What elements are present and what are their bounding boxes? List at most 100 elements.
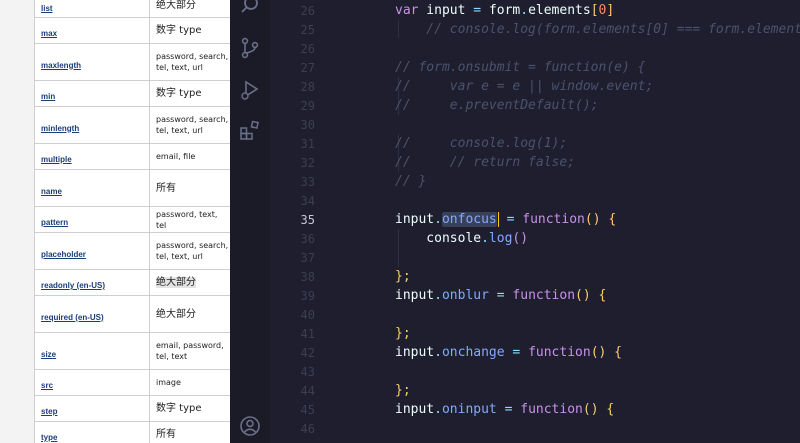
line-number: 39: [300, 289, 315, 303]
applicable-types-cell: 数字 type: [149, 395, 230, 422]
attribute-link[interactable]: name: [41, 187, 62, 196]
attribute-name-cell: placeholder: [34, 232, 150, 270]
code-token: .: [434, 345, 442, 360]
code-token: .: [434, 288, 442, 303]
code-line: // form.onsubmit = function(e) {: [395, 58, 645, 77]
table-row: minlength password, search, tel, text, ur…: [34, 106, 230, 144]
attribute-link[interactable]: pattern: [41, 218, 68, 227]
applicable-types-text: 绝大部分: [156, 0, 196, 11]
applicable-types-cell: 数字 type: [149, 17, 230, 44]
code-area[interactable]: var input = form.elements[0] // console.…: [395, 0, 800, 443]
applicable-types-cell: 绝大部分: [149, 0, 230, 18]
table-row: readonly (en-US) 绝大部分: [34, 269, 230, 296]
table-row: placeholder password, search, tel, text, …: [34, 232, 230, 270]
code-token: (): [590, 345, 607, 360]
attribute-link[interactable]: size: [41, 350, 56, 359]
code-line: };: [395, 381, 411, 400]
code-token: // e.preventDefault();: [395, 98, 599, 113]
attribute-name-cell: src: [34, 369, 150, 396]
attribute-name-cell: readonly (en-US): [34, 269, 150, 296]
attribute-name-cell: min: [34, 80, 150, 107]
code-token: ]: [606, 3, 615, 18]
table-row: size email, password, tel, text: [34, 332, 230, 370]
code-token: };: [395, 326, 411, 341]
attribute-link[interactable]: max: [41, 29, 57, 38]
code-token: // console.log(form.elements[0] === form…: [395, 22, 800, 37]
attribute-name-cell: required (en-US): [34, 295, 150, 333]
attribute-link[interactable]: type: [41, 433, 57, 442]
applicable-types-text: password, search, tel, text, url: [156, 115, 229, 135]
line-number: 28: [300, 80, 315, 94]
code-token: {: [598, 402, 615, 417]
applicable-types-text: 所有: [156, 182, 176, 194]
code-line: // }: [395, 172, 426, 191]
applicable-types-text: password, search, tel, text, url: [156, 52, 229, 72]
code-token: };: [395, 269, 411, 284]
line-number: 25: [300, 23, 315, 37]
code-line: input.onchange = function() {: [395, 343, 622, 362]
attribute-name-cell: name: [34, 169, 150, 207]
code-token: (): [512, 231, 529, 246]
table-row: multiple email, file: [34, 143, 230, 170]
code-line: console.log(): [395, 229, 528, 248]
code-line: input.oninput = function() {: [395, 400, 614, 419]
table-row: src image: [34, 369, 230, 396]
attribute-link[interactable]: required (en-US): [41, 313, 104, 322]
code-token: input: [395, 402, 435, 417]
applicable-types-text: image: [156, 378, 181, 387]
code-token: onfocus: [441, 212, 497, 227]
code-token: .: [434, 402, 442, 417]
code-token: function: [522, 212, 585, 227]
applicable-types-cell: 所有: [149, 169, 230, 207]
attribute-link[interactable]: maxlength: [41, 61, 81, 70]
code-token: input: [395, 345, 435, 360]
applicable-types-text: 数字 type: [156, 403, 202, 414]
attribute-name-cell: max: [34, 17, 150, 44]
attribute-link[interactable]: placeholder: [41, 250, 86, 259]
code-token: // form.onsubmit = function(e) {: [395, 60, 646, 75]
extensions-icon[interactable]: [238, 118, 262, 142]
line-number: 26: [300, 42, 315, 56]
line-number: 33: [300, 175, 315, 189]
attribute-link[interactable]: list: [41, 4, 53, 13]
applicable-types-text: 数字 type: [156, 25, 202, 36]
code-token: {: [600, 212, 617, 227]
account-icon[interactable]: [238, 414, 262, 438]
code-line: };: [395, 324, 411, 343]
attribute-link[interactable]: minlength: [41, 124, 79, 133]
code-token: oninput: [441, 402, 497, 417]
attribute-name-cell: minlength: [34, 106, 150, 144]
attribute-name-cell: size: [34, 332, 150, 370]
source-control-icon[interactable]: [238, 36, 262, 60]
search-icon[interactable]: [238, 0, 262, 18]
code-line: };: [395, 267, 411, 286]
line-number: 43: [300, 365, 315, 379]
attribute-link[interactable]: step: [41, 407, 57, 416]
table-row: pattern password, text, tel: [34, 206, 230, 233]
code-token: onchange: [441, 345, 505, 360]
attribute-link[interactable]: src: [41, 381, 53, 390]
attribute-link[interactable]: multiple: [41, 155, 72, 164]
attribute-link[interactable]: readonly (en-US): [41, 281, 105, 290]
code-token: input: [418, 3, 474, 18]
applicable-types-text: 绝大部分: [156, 277, 196, 288]
attribute-name-cell: list: [34, 0, 150, 18]
applicable-types-cell: password, search, tel, text, url: [149, 232, 230, 270]
table-row: maxlength password, search, tel, text, ur…: [34, 43, 230, 81]
attribute-link[interactable]: min: [41, 92, 55, 101]
code-token: (): [575, 288, 591, 303]
line-number: 36: [300, 232, 315, 246]
code-line: input.onfocus = function() {: [395, 210, 616, 229]
code-token: // console.log(1);: [395, 136, 568, 151]
code-token: .: [481, 231, 489, 246]
line-number: 42: [300, 346, 315, 360]
run-debug-icon[interactable]: [238, 78, 262, 102]
line-number: 29: [300, 99, 315, 113]
activity-bar: [230, 0, 270, 443]
code-token: // }: [395, 174, 427, 189]
code-token: =: [504, 345, 529, 360]
code-line: // console.log(form.elements[0] === form…: [395, 20, 800, 39]
line-number: 35: [300, 213, 315, 227]
line-number: 31: [300, 137, 315, 151]
code-token: =: [498, 212, 523, 227]
